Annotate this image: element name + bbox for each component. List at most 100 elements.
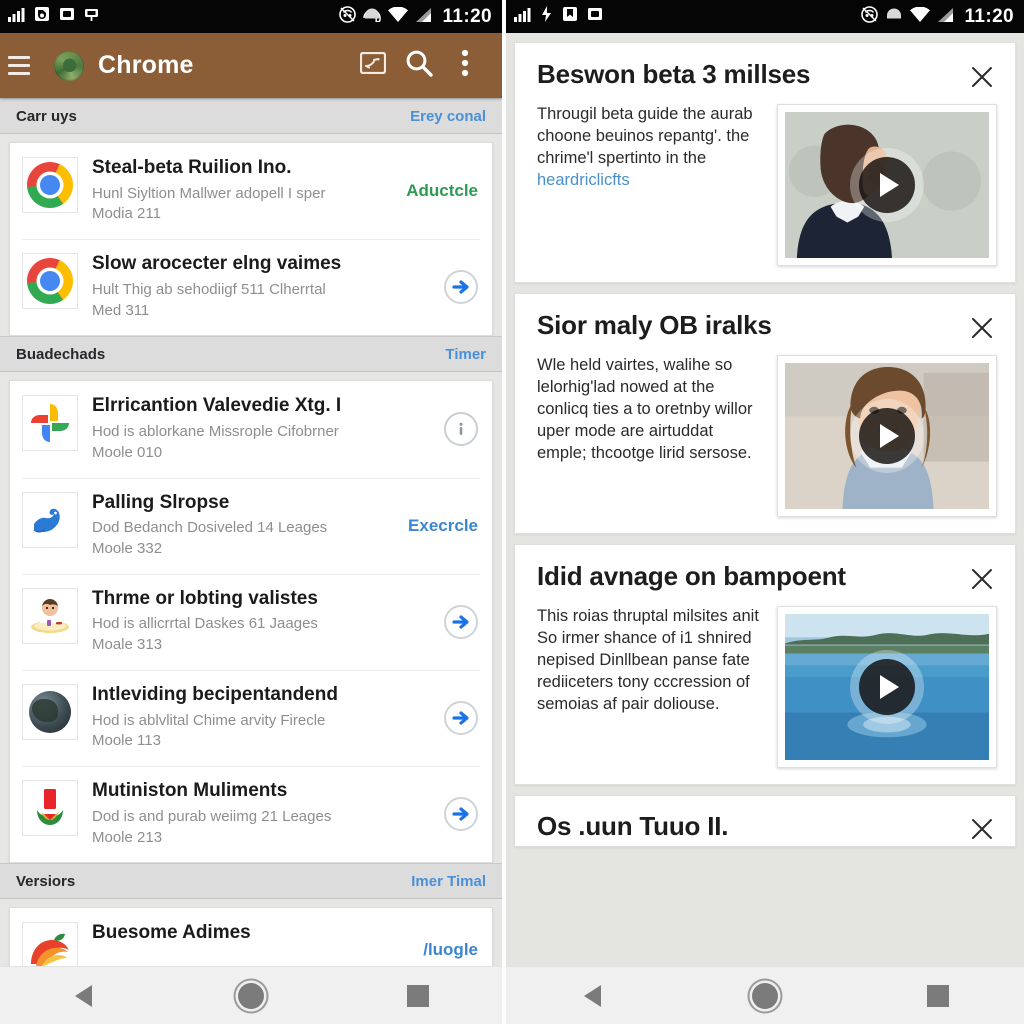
list-item-body: Intleviding becipentandend Hod is ablvlit… [78,684,422,752]
list-item[interactable]: Intleviding becipentandend Hod is ablvlit… [10,669,492,766]
card-header: Sior maly OB iralks [537,310,997,343]
list-item-body: Palling Slropse Dod Bedanch Dosiveled 14 … [78,492,408,560]
row-action-label[interactable]: /luogle [423,940,478,960]
peach-icon [28,930,72,970]
notification-card[interactable]: Idid avnage on bampoent This roias thrupt… [514,544,1016,785]
video-thumbnail[interactable] [777,104,997,266]
list-item[interactable]: Mutiniston Muliments Dod is and purab wei… [10,766,492,862]
list-section-header: Carr uys Erey conal [0,98,502,134]
close-button[interactable] [967,564,997,594]
list-item-title: Mutiniston Muliments [92,780,288,802]
left-phone-panel: 11:20 Chrome Carr uys Erey conal Steal-b… [0,0,502,1024]
status-bar-right-icons: 11:20 [339,6,492,28]
list-item-trailing: Aductcle [406,181,478,201]
forward-arrow-icon[interactable] [444,270,478,305]
list-item-title: Slow arocecter elng vaimes [92,253,342,275]
bookmark-icon [562,6,578,27]
overflow-menu-icon [461,49,469,82]
list-item[interactable]: Palling Slropse Dod Bedanch Dosiveled 14 … [10,477,492,574]
list-item-meta: Moole 213 [92,828,163,846]
play-button[interactable] [859,659,915,715]
play-button[interactable] [859,157,915,213]
list-item-meta: Modia 211 [92,205,161,223]
forward-arrow-icon[interactable] [444,700,478,735]
google-photos-icon [28,401,72,445]
row-action-label[interactable]: Execrcle [408,516,478,536]
forward-arrow-icon[interactable] [444,604,478,639]
headset-icon [885,7,903,27]
forward-arrow-icon[interactable] [444,797,478,832]
thumbnail-image [785,112,989,258]
list-item-icon [22,157,78,213]
wifi-icon [910,6,931,27]
video-thumbnail[interactable] [777,606,997,768]
no-sound-icon [339,5,357,28]
list-item-trailing [422,604,478,639]
list-item-title: Thrme or lobting valistes [92,587,318,609]
row-action-label[interactable]: Aductcle [406,181,478,201]
list-card-group: Steal-beta Ruilion Ino. Hunl Siyltion Mal… [9,142,493,337]
screenshot-icon [587,6,603,27]
dual-phone-screenshot: 11:20 Chrome Carr uys Erey conal Steal-b… [0,0,1024,1024]
list-item[interactable]: Slow arocecter elng vaimes Hult Thig ab s… [10,239,492,335]
settings-list[interactable]: Carr uys Erey conal Steal-beta Ruilion Ino… [0,98,502,1024]
overflow-menu-button[interactable] [442,43,488,89]
recents-square-icon [926,984,949,1007]
home-button[interactable] [206,967,296,1024]
close-button[interactable] [967,313,997,343]
notification-cards-list[interactable]: Beswon beta 3 millses Througil beta guide… [506,33,1024,1024]
list-item-body: Steal-beta Ruilion Ino. Hunl Siyltion Mal… [78,157,406,225]
card-description: Wle held vairtes, walihe so lelorhig'lad… [537,356,753,462]
video-thumbnail[interactable] [777,355,997,517]
card-title: Beswon beta 3 millses [537,59,811,89]
back-button[interactable] [39,967,129,1024]
section-title: Buadechads [16,345,106,363]
list-item-subtitle: Dod is and purab weiimg 21 Leages [92,807,332,825]
list-item-icon [22,683,78,740]
navigation-bar-right [506,966,1024,1024]
close-button[interactable] [967,62,997,92]
card-header: Beswon beta 3 millses [537,59,997,92]
list-item-trailing [422,700,478,735]
notification-card[interactable]: Os .uun Tuuo II. [514,795,1016,847]
toolbar-title: Chrome [98,51,194,79]
close-button[interactable] [967,814,997,844]
list-item-subtitle: Hunl Siyltion Mallwer adopell I sper [92,184,326,202]
list-item-trailing: /luogle [422,940,478,960]
section-action-link[interactable]: Timer [445,346,486,363]
section-action-link[interactable]: Imer Timal [411,873,486,890]
list-item[interactable]: Elrricantion Valevedie Xtg. I Hod is ablo… [10,381,492,477]
list-item-meta: Moole 332 [92,540,163,557]
cell-signal-icon [415,7,432,27]
card-link[interactable]: heardriclicfts [537,170,763,192]
cell-signal-icon [937,7,954,27]
cast-button[interactable] [350,43,396,89]
list-item-subtitle: Hult Thig ab sehodiigf 511 Clherrtal [92,280,326,298]
search-button[interactable] [396,43,442,89]
status-bar-left: 11:20 [0,0,502,33]
card-body: Wle held vairtes, walihe so lelorhig'lad… [537,355,997,517]
list-item[interactable]: Thrme or lobting valistes Hod is allicrrt… [10,573,492,670]
status-bar-left-icons-right [514,6,603,27]
sd-card-icon [34,6,50,27]
back-button[interactable] [547,967,637,1024]
list-item[interactable]: Steal-beta Ruilion Ino. Hunl Siyltion Mal… [10,143,492,239]
recents-square-icon [407,984,430,1007]
wifi-icon [388,6,409,27]
info-icon[interactable] [444,412,478,447]
list-item-trailing [422,270,478,305]
list-item-icon [22,395,78,452]
hamburger-menu-button[interactable] [0,43,46,89]
list-item-icon [22,587,78,644]
recents-button[interactable] [893,967,983,1024]
list-item-title: Elrricantion Valevedie Xtg. I [92,395,342,417]
home-button[interactable] [720,967,810,1024]
section-action-link[interactable]: Erey conal [410,108,486,125]
chrome-icon [27,258,73,305]
play-button[interactable] [859,408,915,464]
globe-icon [29,690,71,733]
headset-icon [363,7,382,27]
notification-card[interactable]: Beswon beta 3 millses Througil beta guide… [514,42,1016,283]
recents-button[interactable] [373,967,463,1024]
notification-card[interactable]: Sior maly OB iralks Wle held vairtes, wal… [514,293,1016,534]
